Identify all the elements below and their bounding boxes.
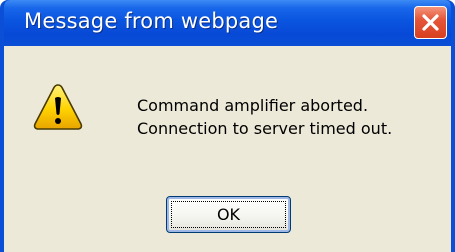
ok-button-label: OK xyxy=(216,205,241,224)
dialog-body: Command amplifier aborted. Connection to… xyxy=(4,46,451,252)
close-button[interactable] xyxy=(414,6,447,39)
dialog-message: Command amplifier aborted. Connection to… xyxy=(137,94,392,140)
dialog-title: Message from webpage xyxy=(24,9,279,33)
title-bar[interactable]: Message from webpage xyxy=(4,0,451,46)
message-dialog: Message from webpage Command amplifier a… xyxy=(0,0,455,252)
ok-button[interactable]: OK xyxy=(166,196,291,233)
message-line: Command amplifier aborted. xyxy=(137,96,369,115)
close-icon xyxy=(422,14,439,31)
warning-icon xyxy=(33,84,83,130)
message-line: Connection to server timed out. xyxy=(137,119,393,138)
